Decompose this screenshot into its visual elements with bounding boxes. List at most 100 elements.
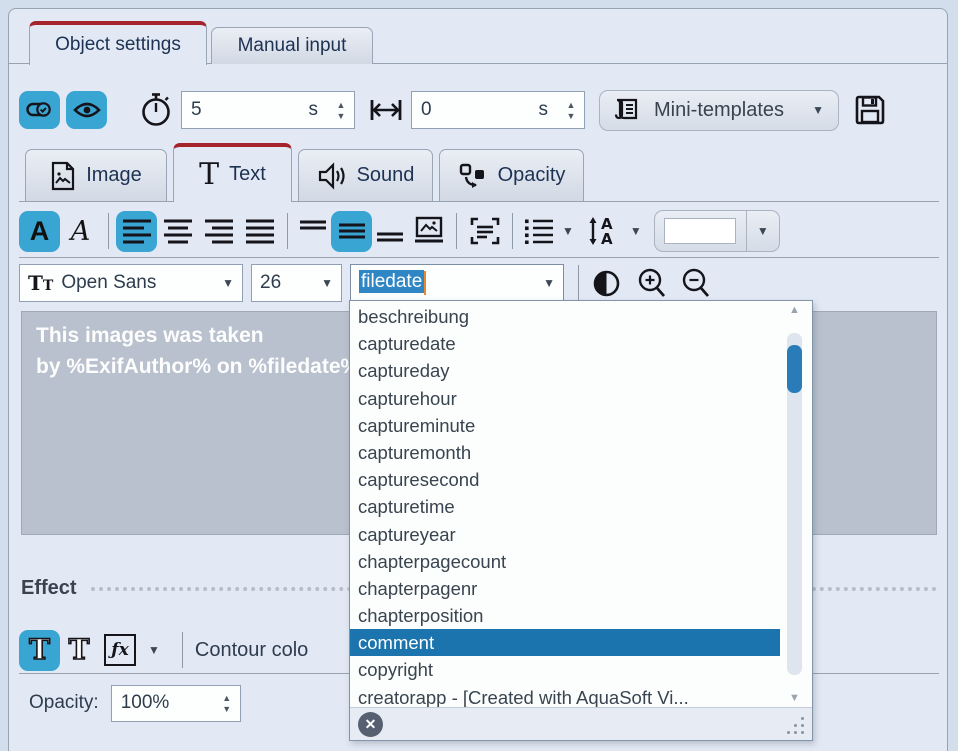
eye-icon	[73, 100, 101, 120]
suggestion-item[interactable]: beschreibung	[350, 303, 780, 330]
line-spacing-icon: AA	[587, 216, 623, 246]
offset-arrows-icon	[369, 97, 403, 123]
align-center-icon	[163, 218, 193, 244]
offset-field[interactable]: 0 s ▲▼	[411, 91, 585, 129]
bold-button[interactable]: A	[19, 211, 60, 252]
chevron-down-icon: ▼	[757, 224, 769, 238]
duration-unit: s	[309, 99, 329, 121]
contrast-button[interactable]	[593, 270, 620, 297]
separator	[456, 213, 457, 249]
tab-sound-label: Sound	[357, 164, 415, 187]
tab-image-label: Image	[86, 164, 142, 187]
tab-sound[interactable]: Sound	[298, 149, 433, 201]
suggestion-item[interactable]: capturemonth	[350, 439, 780, 466]
mini-templates-label: Mini-templates	[642, 99, 812, 122]
suggestion-item[interactable]: captureminute	[350, 412, 780, 439]
suggestion-item[interactable]: chapterpagenr	[350, 575, 780, 602]
duration-value[interactable]: 5	[182, 99, 309, 121]
line-spacing-button[interactable]: AA	[584, 211, 626, 252]
font-family-icon: TT	[28, 271, 53, 295]
offset-stepper[interactable]: ▲▼	[558, 101, 584, 120]
duration-stepper[interactable]: ▲▼	[328, 101, 354, 120]
align-center-button[interactable]	[157, 211, 198, 252]
suggestion-item[interactable]: chapterpagecount	[350, 548, 780, 575]
toolbar-divider	[19, 257, 939, 258]
tab-text[interactable]: T Text	[173, 143, 292, 202]
valign-bottom-button[interactable]	[372, 211, 408, 252]
visibility-button[interactable]	[66, 91, 107, 129]
tab-opacity[interactable]: Opacity	[439, 149, 584, 201]
font-family-select[interactable]: TT Open Sans ▼	[19, 264, 243, 302]
align-left-button[interactable]	[116, 211, 157, 252]
duration-field[interactable]: 5 s ▲▼	[181, 91, 355, 129]
variable-input[interactable]: filedate ▼	[350, 264, 564, 302]
tab-object-settings-label: Object settings	[55, 34, 181, 56]
suggestion-item[interactable]: capturesecond	[350, 466, 780, 493]
bullet-list-caret-icon[interactable]: ▼	[562, 224, 574, 238]
scrollbar-thumb[interactable]	[787, 345, 802, 393]
italic-icon: A	[71, 216, 91, 247]
image-file-icon	[50, 161, 76, 191]
text-effect-fx-button[interactable]: ƒx	[98, 630, 142, 671]
text-effect-filled-button[interactable]: T	[19, 630, 60, 671]
valign-top-icon	[299, 218, 327, 244]
t-outline-icon: T	[69, 636, 90, 664]
variable-input-value[interactable]: filedate	[359, 270, 424, 293]
opacity-field[interactable]: 100% ▲▼	[111, 685, 241, 722]
toggle-active-button[interactable]	[19, 91, 60, 129]
zoom-in-button[interactable]	[636, 267, 668, 299]
suggestion-item[interactable]: copyright	[350, 656, 780, 683]
fit-text-frame-button[interactable]	[464, 211, 505, 252]
suggestion-item[interactable]: comment	[350, 629, 780, 656]
fx-caret-icon[interactable]: ▼	[148, 643, 160, 657]
align-justify-icon	[245, 218, 275, 244]
bullet-list-icon	[524, 218, 554, 244]
zoom-out-button[interactable]	[680, 267, 712, 299]
offset-unit: s	[539, 99, 559, 121]
svg-text:A: A	[601, 230, 613, 246]
font-size-select[interactable]: 26 ▼	[251, 264, 342, 302]
offset-value[interactable]: 0	[412, 99, 539, 121]
font-color-swatch[interactable]	[654, 210, 746, 252]
chevron-down-icon: ▼	[543, 276, 555, 290]
suggestion-item[interactable]: capturedate	[350, 330, 780, 357]
separator	[578, 265, 579, 301]
suggestion-item[interactable]: captureyear	[350, 521, 780, 548]
suggestion-item[interactable]: capturehour	[350, 385, 780, 412]
tab-manual-input-label: Manual input	[238, 35, 347, 57]
opacity-value[interactable]: 100%	[112, 692, 214, 714]
mini-templates-dropdown[interactable]: Mini-templates ▼	[599, 90, 839, 131]
suggestion-list: beschreibungcapturedatecapturedaycapture…	[350, 301, 812, 707]
bullet-list-button[interactable]	[520, 211, 558, 252]
text-effect-outline-button[interactable]: T	[60, 630, 98, 671]
effect-title: Effect	[21, 577, 77, 600]
close-icon[interactable]: ✕	[358, 712, 383, 737]
resize-grip[interactable]	[784, 714, 804, 734]
valign-middle-button[interactable]	[331, 211, 372, 252]
align-left-icon	[122, 218, 152, 244]
opacity-stepper[interactable]: ▲▼	[214, 694, 240, 713]
tab-object-settings[interactable]: Object settings	[29, 21, 207, 65]
font-color-dropdown[interactable]: ▼	[746, 210, 780, 252]
suggestion-item[interactable]: chapterposition	[350, 602, 780, 629]
image-position-button[interactable]	[408, 211, 449, 252]
save-template-button[interactable]	[853, 93, 887, 127]
suggestion-item[interactable]: creatorapp - [Created with AquaSoft Vi..…	[350, 684, 780, 707]
separator	[108, 213, 109, 249]
scroll-down-icon[interactable]: ▼	[787, 691, 802, 705]
align-right-button[interactable]	[198, 211, 239, 252]
format-toolbar: A A	[19, 207, 780, 255]
valign-top-button[interactable]	[295, 211, 331, 252]
align-justify-button[interactable]	[239, 211, 280, 252]
scrollbar[interactable]: ▲ ▼	[787, 303, 802, 705]
italic-button[interactable]: A	[60, 211, 101, 252]
valign-bottom-icon	[376, 218, 404, 244]
tab-image[interactable]: Image	[25, 149, 167, 201]
scroll-up-icon[interactable]: ▲	[787, 303, 802, 317]
effect-toolbar: T T ƒx ▼ Contour colo	[19, 627, 308, 673]
text-t-icon: T	[199, 160, 219, 190]
line-spacing-caret-icon[interactable]: ▼	[630, 224, 642, 238]
suggestion-item[interactable]: capturetime	[350, 493, 780, 520]
suggestion-item[interactable]: captureday	[350, 357, 780, 384]
tab-manual-input[interactable]: Manual input	[211, 27, 373, 64]
